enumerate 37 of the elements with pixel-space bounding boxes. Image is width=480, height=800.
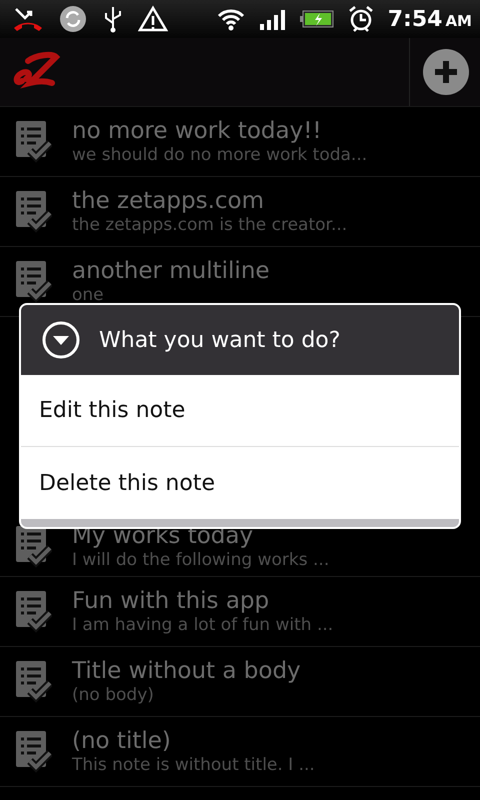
note-title: Fun with this app xyxy=(72,587,270,615)
dropdown-icon xyxy=(41,320,81,360)
note-title: another multiline xyxy=(72,257,270,285)
warning-icon xyxy=(138,5,168,33)
note-title: no more work today!! xyxy=(72,117,323,145)
note-item[interactable]: (no title) This note is without title. I ... xyxy=(0,717,480,787)
note-preview: one xyxy=(72,285,105,306)
note-title: the zetapps.com xyxy=(72,187,266,215)
clock-time: 7:54 xyxy=(388,6,442,32)
alarm-icon xyxy=(348,5,374,33)
checklist-icon xyxy=(16,590,52,632)
signal-icon xyxy=(260,8,286,30)
checklist-icon xyxy=(16,526,52,568)
checklist-icon xyxy=(16,730,52,772)
note-item[interactable]: no more work today!! we should do no more work toda... xyxy=(0,107,480,177)
note-title: Title without a body xyxy=(72,657,301,685)
note-preview: the zetapps.com is the creator... xyxy=(72,215,348,236)
checklist-icon xyxy=(16,190,52,232)
sync-icon xyxy=(58,4,88,34)
clock-period: AM xyxy=(445,12,472,30)
note-preview: I will do the following works ... xyxy=(72,550,330,571)
usb-icon xyxy=(102,5,124,33)
checklist-icon xyxy=(16,120,52,162)
checklist-icon xyxy=(16,660,52,702)
missed-call-icon xyxy=(12,6,44,32)
note-item[interactable]: Fun with this app I am having a lot of fun with ... xyxy=(0,577,480,647)
checklist-icon xyxy=(16,260,52,302)
note-item[interactable]: the zetapps.com the zetapps.com is the creator... xyxy=(0,177,480,247)
note-preview: we should do no more work toda... xyxy=(72,145,368,166)
note-preview: (no body) xyxy=(72,685,155,706)
add-icon[interactable] xyxy=(422,48,470,96)
dialog-title: What you want to do? xyxy=(99,328,340,352)
battery-icon xyxy=(300,9,334,29)
note-item[interactable]: Title without a body (no body) xyxy=(0,647,480,717)
note-preview: This note is without title. I ... xyxy=(72,755,315,776)
note-preview: I am having a lot of fun with ... xyxy=(72,615,334,636)
note-title: (no title) xyxy=(72,727,172,755)
